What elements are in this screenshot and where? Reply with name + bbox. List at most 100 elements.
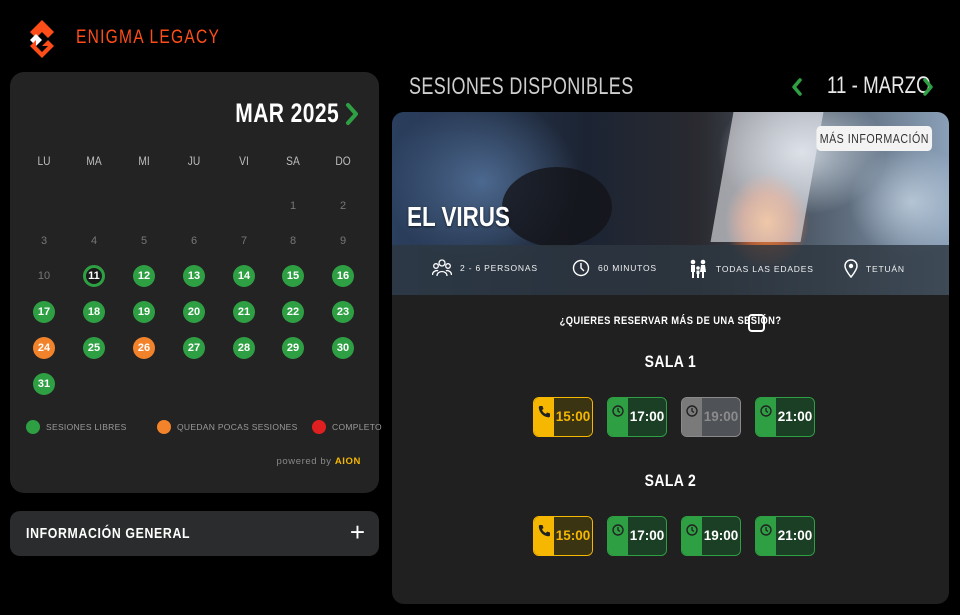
calendar-day-12[interactable]: 12: [133, 265, 155, 287]
multi-session-question: ¿QUIERES RESERVAR MÁS DE UNA SESIÓN?: [392, 315, 949, 327]
legend-dot-free: [26, 420, 40, 434]
time-slot-button[interactable]: 15:00: [533, 397, 593, 437]
calendar-day-15[interactable]: 15: [282, 265, 304, 287]
legend-few: QUEDAN POCAS SESIONES: [157, 420, 298, 434]
calendar-day-13[interactable]: 13: [183, 265, 205, 287]
room-title-label: SALA 1: [644, 352, 697, 371]
room-title: SALA 2: [392, 471, 949, 491]
weekday-label: MI: [138, 154, 150, 168]
weekday-label: JU: [187, 154, 201, 168]
calendar-day-5: 5: [140, 235, 148, 247]
calendar-day-22[interactable]: 22: [282, 301, 304, 323]
time-slot-label: 17:00: [628, 517, 666, 555]
calendar-day-18[interactable]: 18: [83, 301, 105, 323]
time-slot-label: 15:00: [554, 398, 592, 436]
chevron-right-icon[interactable]: [922, 78, 934, 96]
calendar-month-label: MAR 2025: [235, 98, 339, 128]
game-card: MÁS INFORMACIÓN EL VIRUS 2 - 6 PERSONAS: [392, 112, 949, 604]
calendar-day-8: 8: [289, 235, 297, 247]
calendar-day-23[interactable]: 23: [332, 301, 354, 323]
game-hero-image: MÁS INFORMACIÓN EL VIRUS 2 - 6 PERSONAS: [392, 112, 949, 295]
clock-icon: [682, 398, 702, 436]
time-slot-label: 19:00: [702, 398, 740, 436]
time-slot-label: 17:00: [628, 398, 666, 436]
room-title-label: SALA 2: [644, 471, 697, 490]
family-icon: [690, 259, 706, 278]
enigma-logo-icon[interactable]: [24, 18, 60, 60]
room-title: SALA 1: [392, 352, 949, 372]
calendar-day-10: 10: [37, 270, 51, 282]
chevron-left-icon[interactable]: [791, 78, 803, 96]
location-pin-icon: [844, 259, 858, 279]
calendar-day-24[interactable]: 24: [33, 337, 55, 359]
time-slot-label: 21:00: [776, 398, 814, 436]
powered-by[interactable]: powered by AION: [276, 456, 361, 467]
clock-icon: [608, 517, 628, 555]
spec-location: TETUÁN: [844, 259, 905, 279]
time-slot-button[interactable]: 19:00: [681, 516, 741, 556]
spec-players: 2 - 6 PERSONAS: [432, 259, 538, 277]
time-slot-button[interactable]: 15:00: [533, 516, 593, 556]
calendar-day-26[interactable]: 26: [133, 337, 155, 359]
calendar-day-11[interactable]: 11: [83, 265, 105, 287]
calendar-day-9: 9: [339, 235, 347, 247]
calendar-day-4: 4: [90, 235, 98, 247]
calendar-day-3: 3: [40, 235, 48, 247]
calendar-day-31[interactable]: 31: [33, 373, 55, 395]
clock-icon: [608, 398, 628, 436]
time-slot-button[interactable]: 17:00: [607, 397, 667, 437]
phone-icon: [534, 517, 554, 555]
info-general-label: INFORMACIÓN GENERAL: [26, 525, 191, 542]
spec-players-label: 2 - 6 PERSONAS: [460, 263, 538, 273]
calendar-day-27[interactable]: 27: [183, 337, 205, 359]
hero-microscope-shape: [710, 112, 824, 242]
calendar-day-2: 2: [339, 200, 347, 212]
calendar-day-7: 7: [240, 235, 248, 247]
brand-name[interactable]: ENIGMA LEGACY: [76, 27, 220, 49]
time-slot-label: 19:00: [702, 517, 740, 555]
calendar-day-17[interactable]: 17: [33, 301, 55, 323]
weekday-label: SA: [286, 154, 300, 168]
phone-icon: [534, 398, 554, 436]
calendar-day-16[interactable]: 16: [332, 265, 354, 287]
spec-location-label: TETUÁN: [866, 264, 905, 274]
more-info-button[interactable]: MÁS INFORMACIÓN: [816, 126, 932, 151]
weekday-label: VI: [239, 154, 249, 168]
calendar-day-28[interactable]: 28: [233, 337, 255, 359]
clock-icon: [572, 259, 590, 277]
calendar-day-1: 1: [289, 200, 297, 212]
clock-icon: [756, 517, 776, 555]
selected-date-label: 11 - MARZO: [827, 72, 931, 99]
chevron-right-icon[interactable]: [345, 102, 359, 126]
calendar-day-6: 6: [190, 235, 198, 247]
legend-dot-few: [157, 420, 171, 434]
spec-duration: 60 MINUTOS: [572, 259, 657, 277]
time-slot-label: 21:00: [776, 517, 814, 555]
game-title: EL VIRUS: [407, 201, 510, 232]
time-slot-button[interactable]: 17:00: [607, 516, 667, 556]
weekday-label: LU: [37, 154, 51, 168]
plus-icon[interactable]: +: [350, 519, 365, 545]
info-general-toggle[interactable]: INFORMACIÓN GENERAL +: [10, 511, 379, 556]
time-slot-button[interactable]: 21:00: [755, 516, 815, 556]
sessions-title: SESIONES DISPONIBLES: [409, 73, 634, 100]
calendar-day-19[interactable]: 19: [133, 301, 155, 323]
hero-mask-shape: [502, 167, 612, 247]
legend-full-label: COMPLETO: [332, 422, 382, 432]
time-slot-button[interactable]: 21:00: [755, 397, 815, 437]
time-slot-label: 15:00: [554, 517, 592, 555]
multi-session-checkbox[interactable]: [748, 314, 765, 332]
clock-icon: [756, 398, 776, 436]
powered-brand: AION: [334, 456, 361, 467]
powered-prefix: powered by: [276, 456, 332, 467]
weekday-label: DO: [335, 154, 351, 168]
time-slot-button: 19:00: [681, 397, 741, 437]
calendar-day-14[interactable]: 14: [233, 265, 255, 287]
weekday-label: MA: [86, 154, 102, 168]
calendar-day-30[interactable]: 30: [332, 337, 354, 359]
calendar-day-21[interactable]: 21: [233, 301, 255, 323]
calendar-day-20[interactable]: 20: [183, 301, 205, 323]
calendar-day-29[interactable]: 29: [282, 337, 304, 359]
legend-free-label: SESIONES LIBRES: [46, 422, 127, 432]
calendar-day-25[interactable]: 25: [83, 337, 105, 359]
